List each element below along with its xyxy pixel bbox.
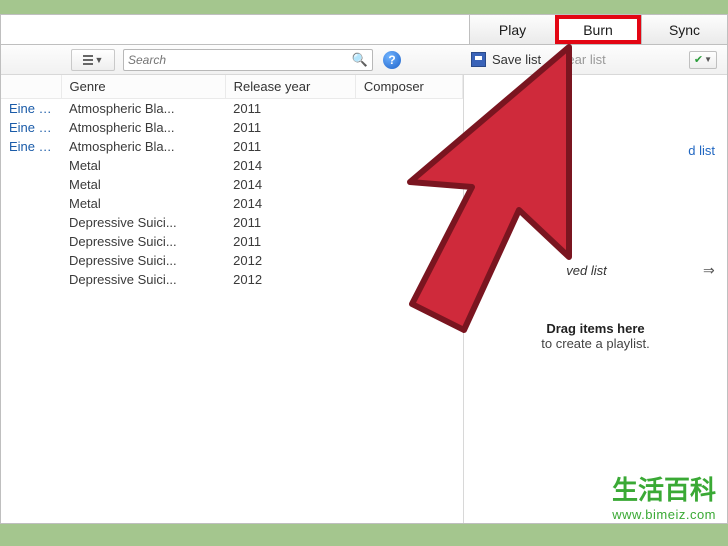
cell-genre: Depressive Suici... (61, 251, 225, 270)
tab-burn-label: Burn (583, 22, 613, 38)
table-row[interactable]: Eine R...Atmospheric Bla...2011 (1, 99, 463, 119)
right-toolbar: Save list Clear list ✔ ▼ (463, 51, 727, 69)
cell-year: 2014 (225, 175, 355, 194)
table-row[interactable]: Depressive Suici...2012 (1, 270, 463, 289)
table-row[interactable]: Eine R...Atmospheric Bla...2011 (1, 118, 463, 137)
cell-genre: Metal (61, 156, 225, 175)
cell-first: Eine R... (1, 99, 61, 119)
cell-composer (355, 251, 462, 270)
cell-composer (355, 118, 462, 137)
playlist-link[interactable]: d list (476, 143, 715, 158)
drop-line1: Drag items here (476, 321, 715, 336)
library-panel: Genre Release year Composer Eine R...Atm… (1, 75, 463, 523)
cell-first (1, 175, 61, 194)
table-row[interactable]: Eine R...Atmospheric Bla...2011 (1, 137, 463, 156)
help-icon[interactable]: ? (383, 51, 401, 69)
chevron-down-icon: ▼ (704, 55, 712, 64)
options-check-button[interactable]: ✔ ▼ (689, 51, 717, 69)
cell-first (1, 213, 61, 232)
cell-year: 2012 (225, 251, 355, 270)
drop-line2: to create a playlist. (476, 336, 715, 351)
track-table: Genre Release year Composer Eine R...Atm… (1, 75, 463, 523)
media-player-window: Play Burn Sync ▼ 🔍 ? Save list Clear lis… (0, 14, 728, 524)
cell-year: 2014 (225, 156, 355, 175)
next-arrow-icon[interactable]: ⇒ (703, 262, 715, 279)
cell-genre: Metal (61, 175, 225, 194)
cell-year: 2011 (225, 232, 355, 251)
cell-genre: Atmospheric Bla... (61, 137, 225, 156)
watermark-cn: 生活百科 (612, 470, 716, 507)
cell-first: Eine R... (1, 137, 61, 156)
cell-first (1, 232, 61, 251)
cell-first (1, 251, 61, 270)
table-row[interactable]: Depressive Suici...2012 (1, 251, 463, 270)
cell-genre: Atmospheric Bla... (61, 118, 225, 137)
tab-burn[interactable]: Burn (555, 15, 641, 44)
save-icon (471, 52, 486, 67)
search-icon[interactable]: 🔍 (352, 52, 368, 68)
cell-composer (355, 99, 462, 119)
content-area: Genre Release year Composer Eine R...Atm… (1, 75, 727, 523)
cell-composer (355, 137, 462, 156)
watermark: 生活百科 www.bimeiz.com (612, 470, 716, 522)
col-composer[interactable]: Composer (355, 75, 462, 99)
col-release-year[interactable]: Release year (225, 75, 355, 99)
chevron-down-icon: ▼ (95, 55, 104, 65)
list-icon (83, 55, 93, 65)
cell-first (1, 270, 61, 289)
playlist-nav: ⇐ ved list ⇒ (476, 262, 715, 279)
clear-list-button[interactable]: Clear list (555, 52, 606, 67)
col-first[interactable] (1, 75, 61, 99)
playlist-panel: d list ⇐ ved list ⇒ Drag items here to c… (463, 75, 727, 523)
cell-first: Eine R... (1, 118, 61, 137)
cell-composer (355, 232, 462, 251)
cell-composer (355, 270, 462, 289)
table-row[interactable]: Depressive Suici...2011 (1, 213, 463, 232)
cell-genre: Depressive Suici... (61, 270, 225, 289)
cell-year: 2011 (225, 213, 355, 232)
cell-genre: Metal (61, 194, 225, 213)
table-row[interactable]: Metal2014 (1, 175, 463, 194)
playlist-name[interactable]: ved list (566, 263, 624, 278)
drop-target[interactable]: Drag items here to create a playlist. (476, 321, 715, 351)
save-list-label: Save list (492, 52, 541, 67)
tab-row: Play Burn Sync (1, 15, 727, 45)
view-mode-button[interactable]: ▼ (71, 49, 115, 71)
tab-row-spacer (1, 15, 469, 44)
cell-composer (355, 175, 462, 194)
cell-year: 2012 (225, 270, 355, 289)
table-row[interactable]: Metal2014 (1, 194, 463, 213)
watermark-url: www.bimeiz.com (612, 507, 716, 522)
cell-composer (355, 213, 462, 232)
cell-first (1, 194, 61, 213)
prev-arrow-icon[interactable]: ⇐ (476, 262, 488, 279)
toolbar: ▼ 🔍 ? Save list Clear list ✔ ▼ (1, 45, 727, 75)
cell-year: 2011 (225, 99, 355, 119)
tab-sync[interactable]: Sync (641, 15, 727, 44)
table-row[interactable]: Metal2014 (1, 156, 463, 175)
tab-play[interactable]: Play (469, 15, 555, 44)
tab-play-label: Play (499, 22, 526, 38)
cell-genre: Depressive Suici... (61, 232, 225, 251)
cell-first (1, 156, 61, 175)
search-input[interactable] (128, 53, 352, 67)
search-box[interactable]: 🔍 (123, 49, 373, 71)
cell-composer (355, 194, 462, 213)
cell-composer (355, 156, 462, 175)
cell-genre: Depressive Suici... (61, 213, 225, 232)
table-header-row: Genre Release year Composer (1, 75, 463, 99)
cell-year: 2011 (225, 137, 355, 156)
table-row[interactable]: Depressive Suici...2011 (1, 232, 463, 251)
check-icon: ✔ (694, 53, 703, 66)
cell-genre: Atmospheric Bla... (61, 99, 225, 119)
tab-sync-label: Sync (669, 22, 700, 38)
save-list-button[interactable]: Save list (471, 52, 541, 67)
col-genre[interactable]: Genre (61, 75, 225, 99)
cell-year: 2011 (225, 118, 355, 137)
cell-year: 2014 (225, 194, 355, 213)
tabs: Play Burn Sync (469, 15, 727, 44)
